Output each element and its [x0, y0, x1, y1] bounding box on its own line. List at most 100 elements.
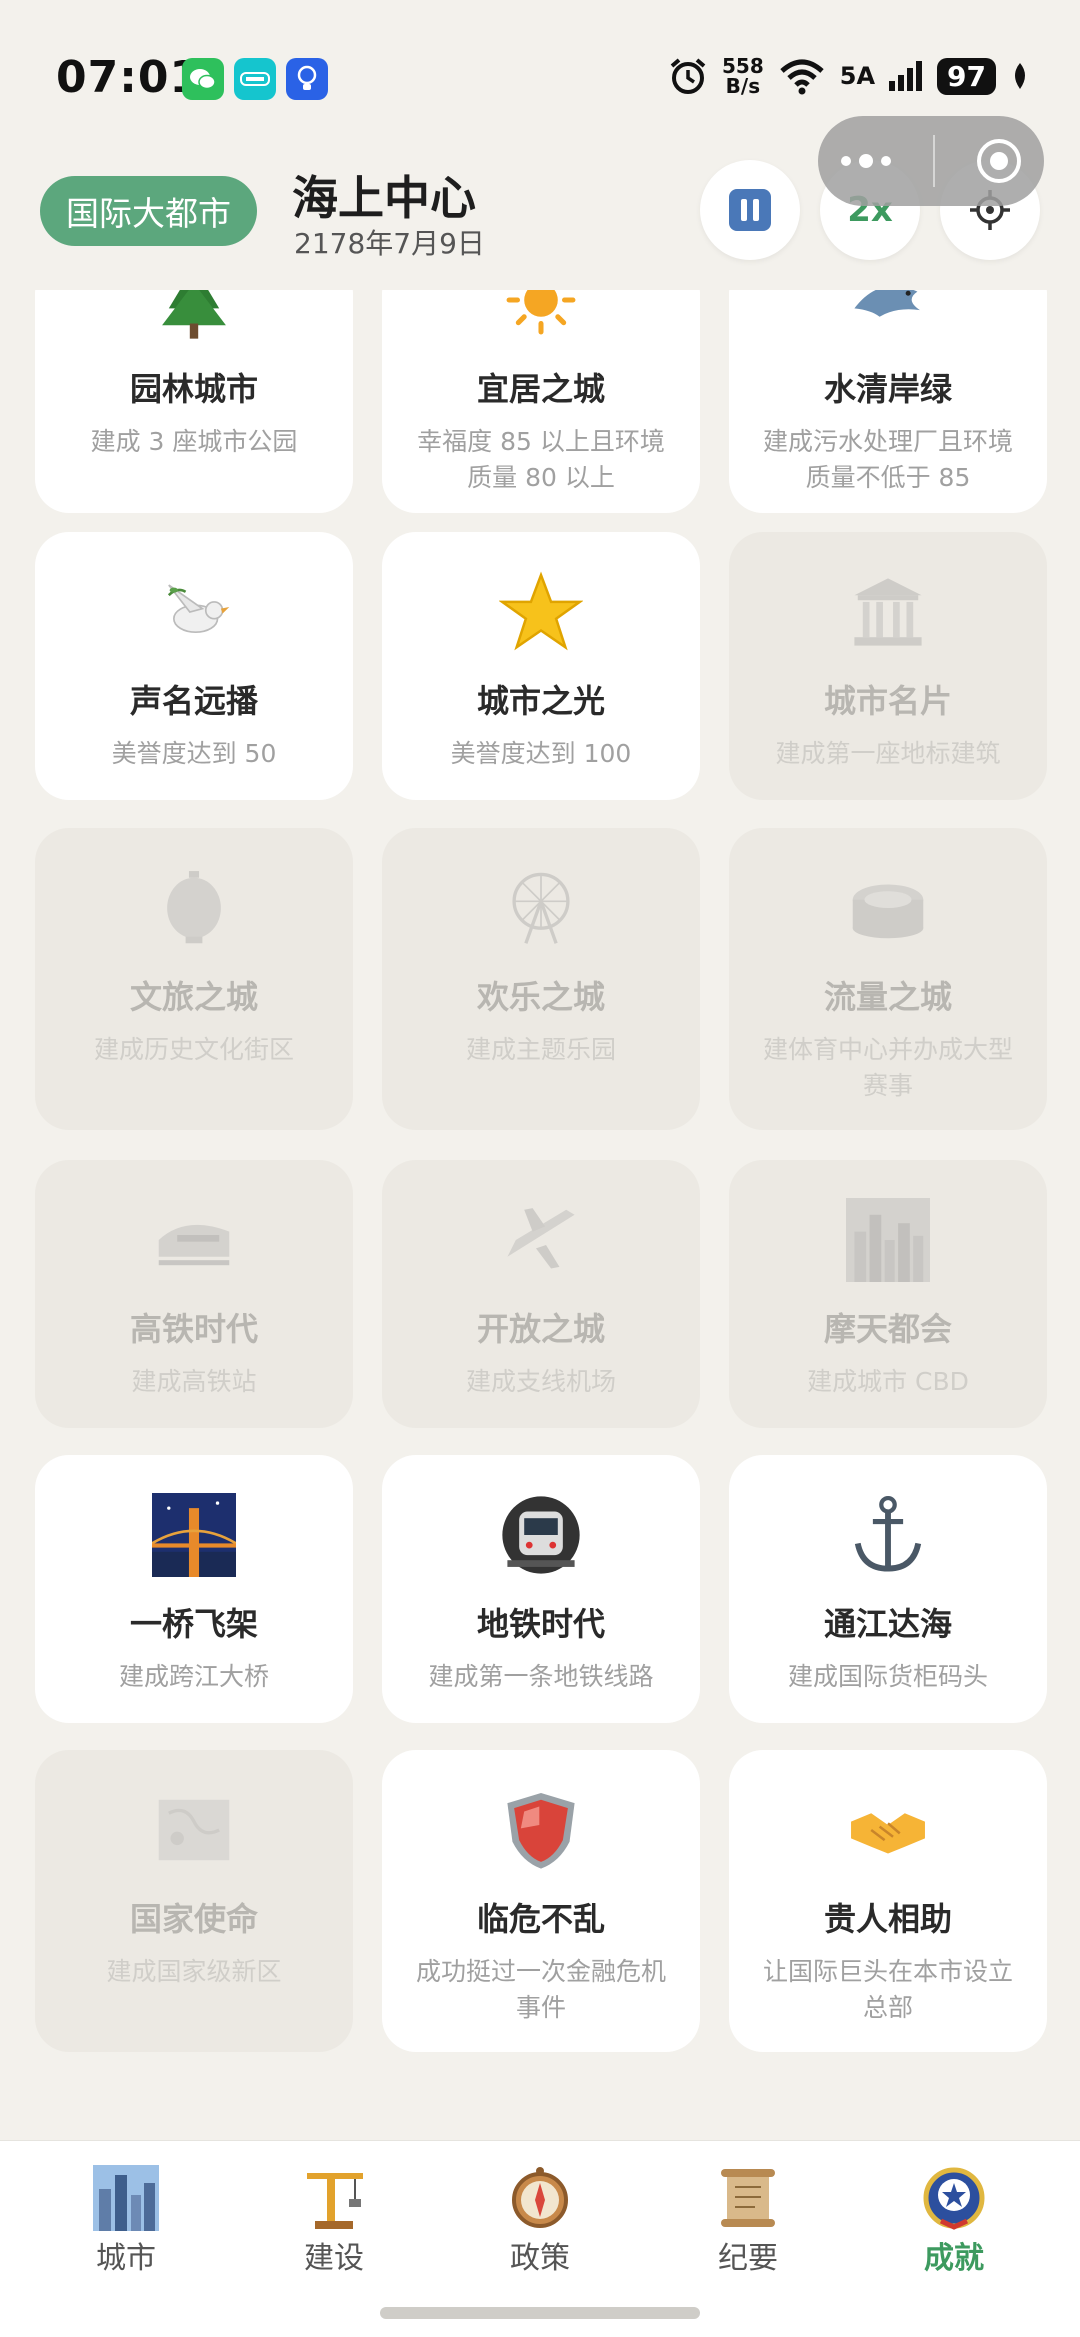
achievement-title: 园林城市: [129, 370, 258, 408]
status-time: 07:01: [56, 52, 202, 103]
classical-building-icon: [838, 562, 938, 662]
achievement-desc: 建成历史文化街区: [93, 1035, 294, 1064]
system-icons: 558 B/s 5A 97: [668, 56, 1030, 96]
achievement-title: 文旅之城: [129, 978, 258, 1016]
leaf-icon: [1015, 63, 1025, 89]
achievement-card[interactable]: 园林城市建成 3 座城市公园: [35, 290, 353, 513]
lantern-icon: [144, 858, 244, 958]
city-name: 海上中心: [292, 171, 476, 225]
achievement-desc: 建成第一条地铁线路: [428, 1662, 654, 1691]
achievement-title: 城市名片: [823, 682, 952, 720]
nav-city[interactable]: 城市: [56, 2165, 196, 2277]
construction-crane-icon: [307, 2173, 363, 2229]
city-skyline-icon: [93, 2165, 159, 2231]
nav-policy[interactable]: 政策: [470, 2165, 610, 2277]
compass-icon: [512, 2167, 568, 2228]
achievement-desc: 美誉度达到 50: [111, 739, 277, 768]
achievement-title: 开放之城: [476, 1310, 605, 1348]
achievement-card[interactable]: 高铁时代 建成高铁站: [35, 1160, 353, 1428]
nav-achievements[interactable]: 成就: [884, 2165, 1024, 2277]
battery-level: 97: [937, 57, 996, 95]
wechat-icon: [182, 58, 224, 100]
cellular-signal-icon: [889, 61, 923, 91]
shield-icon: [491, 1780, 591, 1880]
achievement-desc: 建成高铁站: [131, 1367, 257, 1396]
achievement-desc: 建成 3 座城市公园: [90, 427, 298, 456]
achievement-card[interactable]: 声名远播美誉度达到 50: [35, 532, 353, 800]
close-target-icon[interactable]: [974, 136, 1024, 186]
dove-icon: [144, 562, 244, 662]
city-level-badge: 国际大都市: [40, 176, 257, 246]
more-dots-icon[interactable]: [838, 151, 894, 171]
achievement-desc: 建成国际货柜码头: [787, 1662, 988, 1691]
notification-icons: [182, 58, 328, 100]
achievement-card[interactable]: 贵人相助让国际巨头在本市设立总部: [729, 1750, 1047, 2052]
wifi-icon: [780, 59, 824, 95]
achievement-title: 地铁时代: [476, 1605, 605, 1643]
sun-icon: [491, 290, 591, 350]
achievement-title: 宜居之城: [476, 370, 605, 408]
achievement-card[interactable]: 水清岸绿建成污水处理厂且环境质量不低于 85: [729, 290, 1047, 513]
achievement-card[interactable]: 国家使命建成国家级新区: [35, 1750, 353, 2052]
achievement-title: 流量之城: [823, 978, 952, 1016]
achievement-card[interactable]: 一桥飞架 建成跨江大桥: [35, 1455, 353, 1723]
capsule-divider: [932, 135, 935, 187]
signal-label: 5A: [839, 62, 876, 90]
achievement-desc: 建成城市 CBD: [807, 1367, 969, 1396]
achievement-title: 临危不乱: [476, 1900, 605, 1938]
achievement-desc: 建成主题乐园: [465, 1035, 616, 1064]
achievement-card[interactable]: 临危不乱成功挺过一次金融危机事件: [382, 1750, 700, 2052]
pause-button[interactable]: [700, 160, 800, 260]
achievement-title: 摩天都会: [823, 1310, 952, 1348]
achievement-desc: 成功挺过一次金融危机事件: [415, 1957, 666, 2022]
achievement-title: 欢乐之城: [476, 978, 605, 1016]
nav-build[interactable]: 建设: [264, 2165, 404, 2277]
nav-memo[interactable]: 纪要: [678, 2165, 818, 2277]
achievement-desc: 让国际巨头在本市设立总部: [762, 1957, 1013, 2022]
achievement-desc: 建成污水处理厂且环境质量不低于 85: [762, 427, 1013, 492]
alarm-icon: [670, 58, 706, 94]
achievement-card[interactable]: 开放之城建成支线机场: [382, 1160, 700, 1428]
achievement-desc: 美誉度达到 100: [450, 739, 632, 768]
ferris-wheel-icon: [491, 858, 591, 958]
achievement-card[interactable]: 文旅之城建成历史文化街区: [35, 828, 353, 1130]
home-indicator[interactable]: [380, 2307, 700, 2319]
stadium-icon: [838, 858, 938, 958]
achievement-card[interactable]: 欢乐之城建成主题乐园: [382, 828, 700, 1130]
star-icon: [491, 562, 591, 662]
achievement-card[interactable]: 通江达海建成国际货柜码头: [729, 1455, 1047, 1723]
achievement-title: 通江达海: [823, 1605, 952, 1643]
medal-badge-icon: [923, 2167, 985, 2230]
taptap-icon: [234, 58, 276, 100]
achievement-title: 贵人相助: [823, 1900, 952, 1938]
game-date: 2178年7月9日: [294, 227, 485, 260]
achievement-title: 国家使命: [129, 1900, 258, 1938]
bullet-train-icon: [144, 1190, 244, 1290]
achievement-title: 城市之光: [476, 682, 605, 720]
bulb-app-icon: [286, 58, 328, 100]
achievement-desc: 建成第一座地标建筑: [775, 739, 1001, 768]
pause-icon: [729, 189, 771, 231]
mini-program-capsule: [818, 116, 1044, 206]
achievement-card[interactable]: 地铁时代建成第一条地铁线路: [382, 1455, 700, 1723]
achievement-card[interactable]: 流量之城建体育中心并办成大型赛事: [729, 828, 1047, 1130]
achievement-title: 声名远播: [129, 682, 258, 720]
dolphin-icon: [838, 290, 938, 350]
skyline-icon: [838, 1190, 938, 1290]
achievement-card[interactable]: 宜居之城幸福度 85 以上且环境质量 80 以上: [382, 290, 700, 513]
achievement-desc: 建成支线机场: [465, 1367, 616, 1396]
achievement-desc: 建体育中心并办成大型赛事: [762, 1035, 1013, 1100]
achievement-title: 一桥飞架: [129, 1605, 258, 1643]
achievement-desc: 幸福度 85 以上且环境质量 80 以上: [417, 427, 665, 492]
achievement-title: 高铁时代: [129, 1310, 258, 1348]
achievement-card[interactable]: 城市名片建成第一座地标建筑: [729, 532, 1047, 800]
handshake-icon: [838, 1780, 938, 1880]
achievement-title: 水清岸绿: [823, 370, 952, 408]
achievement-card[interactable]: 城市之光美誉度达到 100: [382, 532, 700, 800]
metro-icon: [491, 1485, 591, 1585]
achievements-grid[interactable]: 园林城市 建成 3 座城市公园 宜居之城 幸福度 85 以上且环境质量 80 以上 水清…: [0, 290, 1080, 2140]
scroll-icon: [721, 2169, 775, 2227]
achievement-card[interactable]: 摩天都会建成城市 CBD: [729, 1160, 1047, 1428]
airplane-icon: [491, 1190, 591, 1290]
achievement-desc: 建成国家级新区: [106, 1957, 282, 1986]
